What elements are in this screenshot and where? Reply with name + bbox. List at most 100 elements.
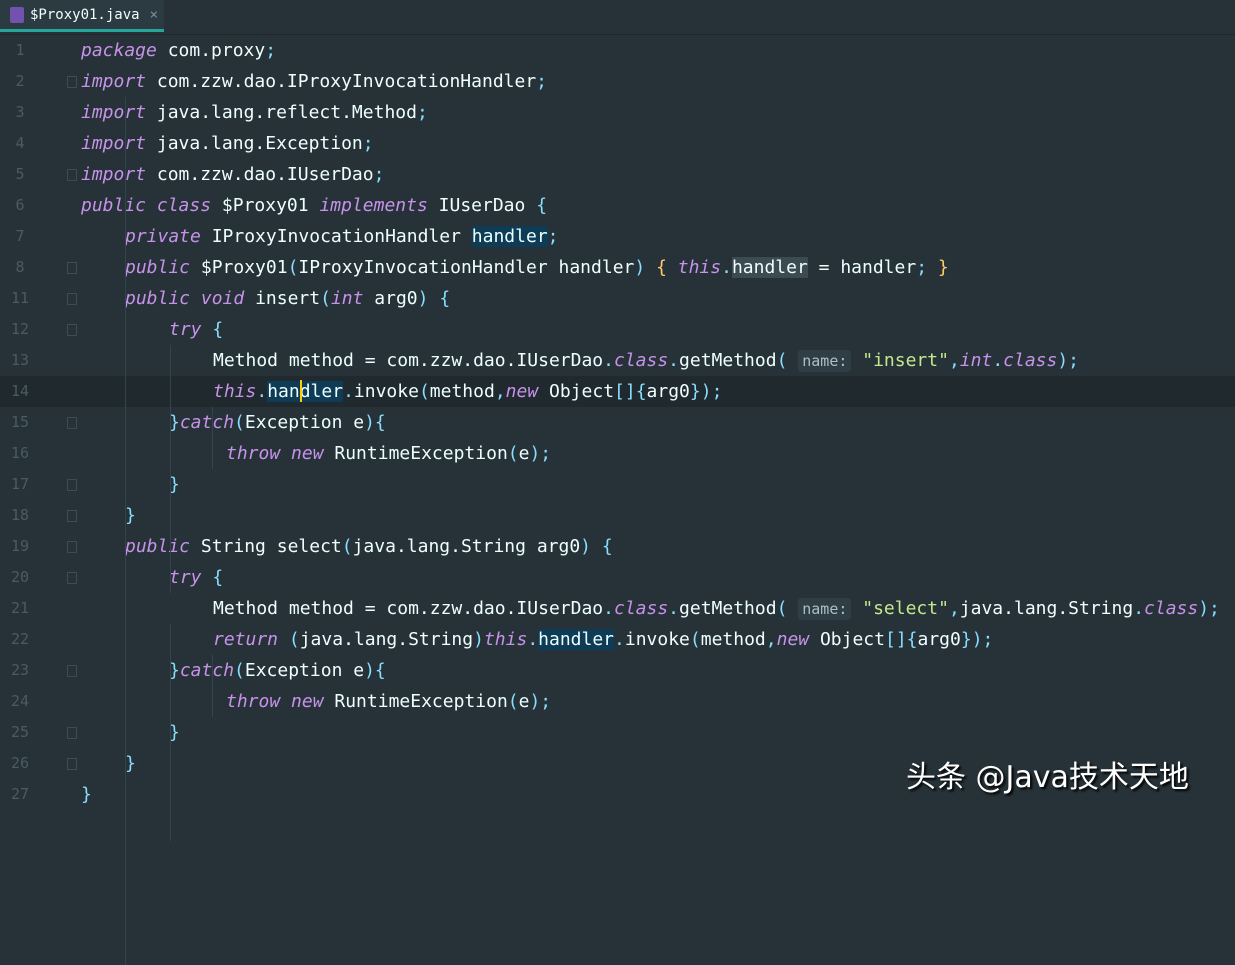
code-line[interactable]: 25} (0, 717, 1235, 748)
code-token: IUserDao (428, 195, 536, 216)
code-token: throw (226, 443, 280, 464)
code-token: . (343, 381, 354, 402)
code-token (202, 319, 213, 340)
code-line[interactable]: 14this.handler.invoke(method,new Object[… (0, 376, 1235, 407)
code-token: $Proxy01 (211, 195, 319, 216)
code-token: e (519, 443, 530, 464)
line-number: 18 (0, 500, 40, 531)
code-token: private (125, 226, 201, 247)
code-editor[interactable]: 1package com.proxy;2import com.zzw.dao.I… (0, 35, 1235, 810)
code-line[interactable]: 22return (java.lang.String)this.handler.… (0, 624, 1235, 655)
line-number: 11 (0, 283, 40, 314)
fold-marker-icon[interactable] (67, 324, 77, 336)
code-token: RuntimeException (324, 443, 508, 464)
code-token (280, 443, 291, 464)
code-token: ; (916, 257, 927, 278)
indent-guide (170, 345, 171, 593)
code-line[interactable]: 7private IProxyInvocationHandler handler… (0, 221, 1235, 252)
code-token: , (949, 598, 960, 619)
code-token: ( (777, 350, 799, 371)
code-line[interactable]: 21Method method = com.zzw.dao.IUserDao.c… (0, 593, 1235, 624)
code-line[interactable]: 13Method method = com.zzw.dao.IUserDao.c… (0, 345, 1235, 376)
code-line[interactable]: 16throw new RuntimeException(e); (0, 438, 1235, 469)
fold-marker-icon[interactable] (67, 76, 77, 88)
fold-marker-icon[interactable] (67, 758, 77, 770)
code-line[interactable]: 4import java.lang.Exception; (0, 128, 1235, 159)
code-line[interactable]: 11public void insert(int arg0) { (0, 283, 1235, 314)
fold-marker-icon[interactable] (67, 417, 77, 429)
fold-marker-icon[interactable] (67, 727, 77, 739)
code-token: this (213, 381, 256, 402)
line-number: 5 (0, 159, 40, 190)
code-token: ( (320, 288, 331, 309)
code-token: implements (319, 195, 427, 216)
code-line[interactable]: 3import java.lang.reflect.Method; (0, 97, 1235, 128)
code-token: ; (374, 164, 385, 185)
code-line[interactable]: 18} (0, 500, 1235, 531)
code-line[interactable]: 2import com.zzw.dao.IProxyInvocationHand… (0, 66, 1235, 97)
line-number: 2 (0, 66, 40, 97)
code-token: Exception e (245, 660, 364, 681)
code-token: int (331, 288, 364, 309)
code-token: . (1133, 598, 1144, 619)
fold-marker-icon[interactable] (67, 665, 77, 677)
line-number: 4 (0, 128, 40, 159)
code-token: ){ (364, 412, 386, 433)
code-text: } (125, 748, 136, 779)
code-token: ; (363, 133, 374, 154)
code-token: ) (634, 257, 645, 278)
code-line[interactable]: 8public $Proxy01(IProxyInvocationHandler… (0, 252, 1235, 283)
code-line[interactable]: 20try { (0, 562, 1235, 593)
fold-marker-icon[interactable] (67, 262, 77, 274)
code-token: class (1003, 350, 1057, 371)
code-token: new (777, 629, 810, 650)
indent-guide (170, 624, 171, 841)
code-token: java.lang.Exception (146, 133, 363, 154)
code-line[interactable]: 5import com.zzw.dao.IUserDao; (0, 159, 1235, 190)
code-text: import java.lang.reflect.Method; (81, 97, 428, 128)
code-token: try (169, 319, 202, 340)
code-token: { (602, 536, 613, 557)
code-text: }catch(Exception e){ (169, 655, 386, 686)
code-token: handler (472, 226, 548, 247)
code-line[interactable]: 17} (0, 469, 1235, 500)
code-line[interactable]: 6public class $Proxy01 implements IUserD… (0, 190, 1235, 221)
fold-marker-icon[interactable] (67, 572, 77, 584)
code-text: }catch(Exception e){ (169, 407, 386, 438)
code-token: ( (289, 629, 300, 650)
code-line[interactable]: 23}catch(Exception e){ (0, 655, 1235, 686)
tab-proxy01-java[interactable]: $Proxy01.java × (0, 0, 164, 32)
line-number: 1 (0, 35, 40, 66)
code-token (645, 257, 656, 278)
code-text: public String select(java.lang.String ar… (125, 531, 613, 562)
code-token: ( (419, 381, 430, 402)
code-token (667, 257, 678, 278)
fold-marker-icon[interactable] (67, 479, 77, 491)
fold-marker-icon[interactable] (67, 169, 77, 181)
fold-marker-icon[interactable] (67, 293, 77, 305)
line-number: 12 (0, 314, 40, 345)
code-token: ( (234, 412, 245, 433)
code-line[interactable]: 19public String select(java.lang.String … (0, 531, 1235, 562)
code-token (146, 195, 157, 216)
close-tab-icon[interactable]: × (150, 7, 158, 23)
code-token: { (439, 288, 450, 309)
code-line[interactable]: 24throw new RuntimeException(e); (0, 686, 1235, 717)
code-line[interactable]: 1package com.proxy; (0, 35, 1235, 66)
indent-guide (212, 655, 213, 717)
fold-marker-icon[interactable] (67, 510, 77, 522)
code-token: this (484, 629, 527, 650)
editor-tab-bar: $Proxy01.java × (0, 0, 1235, 35)
code-token: RuntimeException (324, 691, 508, 712)
code-token: . (721, 257, 732, 278)
code-token: insert (244, 288, 320, 309)
code-line[interactable]: 15}catch(Exception e){ (0, 407, 1235, 438)
fold-marker-icon[interactable] (67, 541, 77, 553)
code-line[interactable]: 12try { (0, 314, 1235, 345)
code-token: class (157, 195, 211, 216)
code-token: this (678, 257, 721, 278)
line-number: 25 (0, 717, 40, 748)
code-token: } (938, 257, 949, 278)
code-token: . (992, 350, 1003, 371)
code-token: Object (538, 381, 614, 402)
